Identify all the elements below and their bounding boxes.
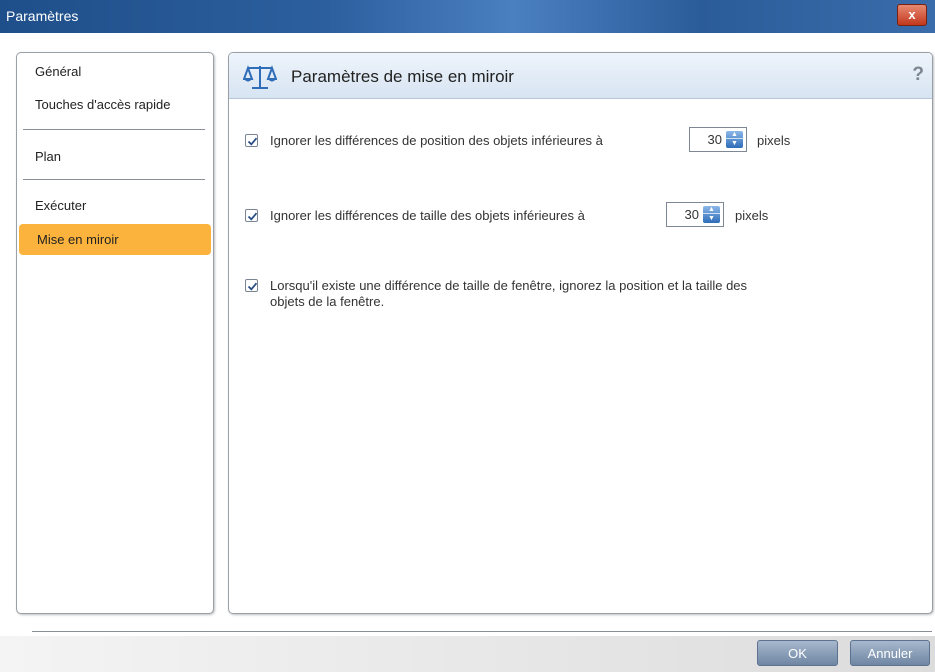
sidebar-item-plan[interactable]: Plan <box>35 149 61 164</box>
size-tolerance-stepper[interactable]: 30 ▲ ▼ <box>666 202 724 227</box>
sidebar-divider <box>23 129 205 130</box>
footer-divider <box>32 631 932 632</box>
stepper-arrows[interactable]: ▲ ▼ <box>703 206 720 223</box>
dialog-footer: OK Annuler <box>0 636 935 672</box>
option-position-tolerance: Ignorer les différences de position des … <box>245 127 925 152</box>
window-title: Paramètres <box>6 8 79 24</box>
cancel-button[interactable]: Annuler <box>850 640 930 666</box>
panel-title: Paramètres de mise en miroir <box>291 67 514 86</box>
mirroring-settings-panel: Paramètres de mise en miroir ? Ignorer l… <box>228 52 933 614</box>
stepper-up-icon[interactable]: ▲ <box>703 206 720 214</box>
stepper-down-icon[interactable]: ▼ <box>703 215 720 223</box>
stepper-up-icon[interactable]: ▲ <box>726 131 743 139</box>
size-tolerance-unit: pixels <box>735 208 769 223</box>
position-tolerance-label: Ignorer les différences de position des … <box>270 133 603 148</box>
window-size-difference-label-line1: Lorsqu'il existe une différence de taill… <box>270 278 748 293</box>
size-tolerance-checkbox[interactable] <box>245 209 258 222</box>
sidebar-item-mirroring[interactable]: Mise en miroir <box>19 224 211 255</box>
position-tolerance-unit: pixels <box>757 133 791 148</box>
size-tolerance-value[interactable]: 30 <box>667 207 699 222</box>
settings-sidebar: Général Touches d'accès rapide Plan Exéc… <box>16 52 214 614</box>
option-size-tolerance: Ignorer les différences de taille des ob… <box>245 202 925 227</box>
sidebar-item-hotkeys[interactable]: Touches d'accès rapide <box>35 97 170 112</box>
option-window-size-difference: Lorsqu'il existe une différence de taill… <box>245 278 925 312</box>
position-tolerance-stepper[interactable]: 30 ▲ ▼ <box>689 127 747 152</box>
ok-button[interactable]: OK <box>757 640 838 666</box>
window-size-difference-checkbox[interactable] <box>245 279 258 292</box>
stepper-down-icon[interactable]: ▼ <box>726 140 743 148</box>
panel-header: Paramètres de mise en miroir ? <box>229 53 932 99</box>
sidebar-item-label: Mise en miroir <box>37 232 119 247</box>
sidebar-item-general[interactable]: Général <box>35 64 81 79</box>
help-icon[interactable]: ? <box>912 64 924 86</box>
title-bar: Paramètres x <box>0 0 935 33</box>
position-tolerance-checkbox[interactable] <box>245 134 258 147</box>
sidebar-item-run[interactable]: Exécuter <box>35 198 86 213</box>
sidebar-divider <box>23 179 205 180</box>
position-tolerance-value[interactable]: 30 <box>690 132 722 147</box>
scales-icon <box>242 63 278 94</box>
close-button[interactable]: x <box>897 4 927 26</box>
stepper-arrows[interactable]: ▲ ▼ <box>726 131 743 148</box>
size-tolerance-label: Ignorer les différences de taille des ob… <box>270 208 585 223</box>
window-size-difference-label-line2: objets de la fenêtre. <box>270 294 385 309</box>
